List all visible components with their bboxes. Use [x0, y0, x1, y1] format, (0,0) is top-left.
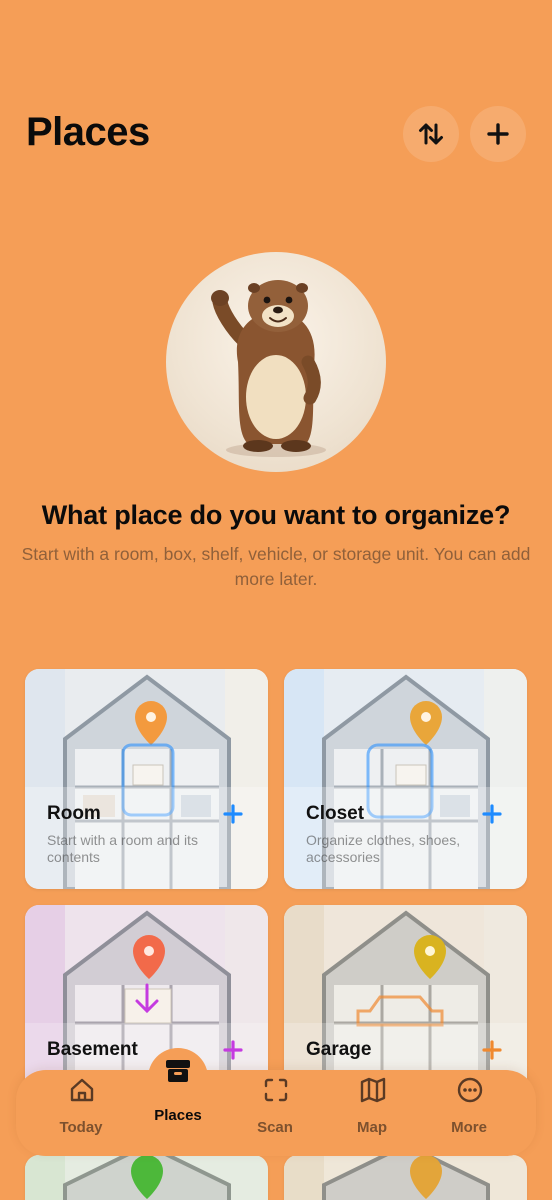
page-title: Places [26, 110, 150, 154]
add-closet-button[interactable] [481, 803, 503, 825]
tab-label: Places [154, 1107, 202, 1124]
tab-label: Map [357, 1119, 387, 1136]
add-room-button[interactable] [222, 803, 244, 825]
tab-places[interactable]: Places [126, 1048, 230, 1156]
sort-button[interactable] [403, 106, 459, 162]
bottom-tab-bar: Today Places Scan Map More [16, 1048, 536, 1156]
plus-icon [482, 804, 502, 824]
plus-icon [487, 123, 509, 145]
card-title: Garage [306, 1039, 372, 1060]
plus-icon [482, 1040, 502, 1060]
place-card-partial[interactable] [284, 1155, 527, 1200]
tab-map[interactable]: Map [320, 1070, 424, 1156]
card-title: Room [47, 803, 101, 824]
more-dots-icon [457, 1077, 483, 1103]
add-garage-button[interactable] [481, 1039, 503, 1061]
card-description: Organize clothes, shoes, accessories [306, 832, 461, 865]
tab-scan[interactable]: Scan [223, 1070, 327, 1156]
home-icon [70, 1078, 94, 1102]
place-card-partial[interactable] [25, 1155, 268, 1200]
scan-frame-icon [264, 1078, 288, 1102]
mascot-avatar [166, 252, 386, 472]
sort-arrows-icon [419, 123, 443, 145]
card-title: Closet [306, 803, 365, 824]
tab-today[interactable]: Today [29, 1070, 133, 1156]
plus-icon [223, 804, 243, 824]
add-place-button[interactable] [470, 106, 526, 162]
card-description: Start with a room and its contents [47, 832, 198, 865]
shelf-house-illustration [284, 1155, 527, 1200]
header: Places [0, 100, 552, 170]
add-basement-button[interactable] [222, 1039, 244, 1061]
shelf-house-illustration [25, 1155, 268, 1200]
tab-label: More [451, 1119, 487, 1136]
marmot-waving-illustration [211, 280, 326, 457]
plus-icon [223, 1040, 243, 1060]
place-card-closet[interactable]: Closet Organize clothes, shoes, accessor… [284, 669, 527, 889]
onboarding-question: What place do you want to organize? [41, 500, 511, 530]
map-icon [360, 1077, 386, 1103]
place-card-room[interactable]: Room Start with a room and its contents [25, 669, 268, 889]
card-title: Basement [47, 1039, 138, 1060]
tab-label: Scan [257, 1119, 293, 1136]
tab-more[interactable]: More [417, 1070, 521, 1156]
archive-box-icon [166, 1060, 190, 1082]
onboarding-subtitle: Start with a room, box, shelf, vehicle, … [21, 544, 531, 589]
tab-label: Today [59, 1119, 103, 1136]
